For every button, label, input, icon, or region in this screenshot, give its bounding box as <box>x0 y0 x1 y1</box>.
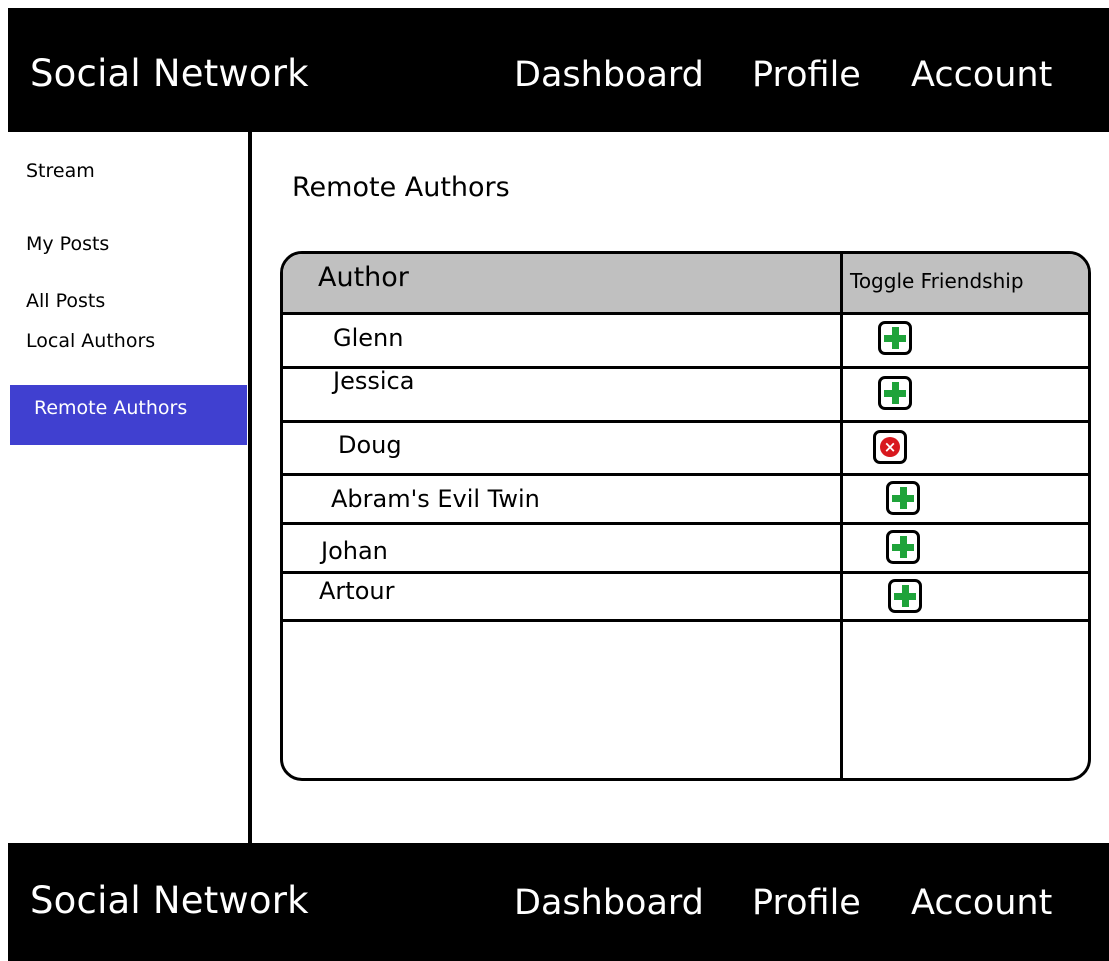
sidebar-item-all-posts[interactable]: All Posts <box>26 290 105 312</box>
sidebar-divider <box>248 132 252 843</box>
nav-account-link[interactable]: Account <box>911 883 1052 923</box>
top-navbar: Social Network Dashboard Profile Account <box>8 8 1109 132</box>
author-name[interactable]: Johan <box>321 537 388 565</box>
sidebar-item-my-posts[interactable]: My Posts <box>26 233 109 255</box>
add-friend-icon[interactable] <box>886 481 920 515</box>
nav-dashboard-link[interactable]: Dashboard <box>514 883 704 923</box>
add-friend-icon[interactable] <box>878 321 912 355</box>
author-name[interactable]: Artour <box>319 577 394 605</box>
author-name[interactable]: Jessica <box>333 367 414 395</box>
nav-dashboard-link[interactable]: Dashboard <box>514 55 704 95</box>
remove-friend-icon[interactable]: × <box>873 430 907 464</box>
authors-table: Author Toggle Friendship Glenn Jessica D… <box>280 251 1091 781</box>
author-name[interactable]: Abram's Evil Twin <box>331 485 540 513</box>
row-divider <box>283 473 1088 476</box>
nav-account-link[interactable]: Account <box>911 55 1052 95</box>
add-friend-icon[interactable] <box>878 376 912 410</box>
add-friend-icon[interactable] <box>886 530 920 564</box>
bottom-navbar: Social Network Dashboard Profile Account <box>8 843 1109 961</box>
row-divider <box>283 522 1088 525</box>
nav-profile-link[interactable]: Profile <box>752 55 861 95</box>
sidebar-item-local-authors[interactable]: Local Authors <box>26 330 155 352</box>
author-name[interactable]: Glenn <box>333 324 403 352</box>
add-friend-icon[interactable] <box>888 579 922 613</box>
column-header-toggle-friendship: Toggle Friendship <box>850 269 1024 293</box>
row-divider <box>283 312 1088 315</box>
brand-title[interactable]: Social Network <box>30 879 309 922</box>
sidebar-item-label: Remote Authors <box>34 397 188 419</box>
row-divider <box>283 571 1088 574</box>
row-divider <box>283 420 1088 423</box>
nav-profile-link[interactable]: Profile <box>752 883 861 923</box>
brand-title[interactable]: Social Network <box>30 52 309 95</box>
row-divider <box>283 619 1088 622</box>
page-title: Remote Authors <box>292 172 510 203</box>
sidebar-item-remote-authors[interactable]: Remote Authors <box>10 385 247 445</box>
sidebar-item-stream[interactable]: Stream <box>26 160 95 182</box>
author-name[interactable]: Doug <box>338 431 402 459</box>
column-header-author: Author <box>318 262 409 293</box>
table-header: Author Toggle Friendship <box>283 254 1088 312</box>
column-divider <box>840 254 843 778</box>
